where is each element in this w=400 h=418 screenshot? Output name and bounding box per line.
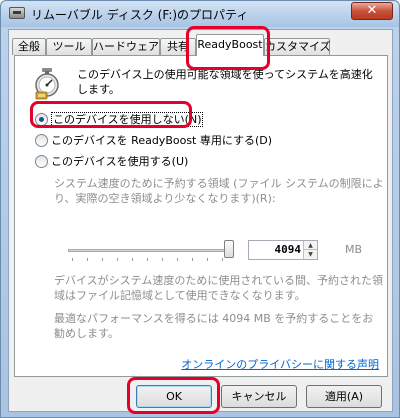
tab-strip: 全般 ツール ハードウェア 共有 ReadyBoost カスタマイズ xyxy=(9,34,394,56)
option-dedicate-label[interactable]: このデバイスを ReadyBoost 専用にする(D) xyxy=(51,134,272,147)
option-use-device[interactable]: このデバイスを使用する(U) xyxy=(35,153,188,169)
apply-button[interactable]: 適用(A) xyxy=(306,385,382,408)
option-dedicate-readyboost[interactable]: このデバイスを ReadyBoost 専用にする(D) xyxy=(35,132,272,148)
reserve-size-spinbox[interactable]: 4094 ▲ ▼ xyxy=(248,240,318,260)
spin-up-icon[interactable]: ▲ xyxy=(304,241,317,250)
close-button[interactable]: ✕ xyxy=(351,2,393,20)
tab-readyboost[interactable]: ReadyBoost xyxy=(196,34,264,56)
radio-dedicate-readyboost[interactable] xyxy=(35,133,48,147)
reserve-note: デバイスがシステム速度のために使用されている間、予約された領域はファイル記憶域と… xyxy=(54,274,384,302)
spin-down-icon[interactable]: ▼ xyxy=(304,250,317,259)
tab-sharing[interactable]: 共有 xyxy=(160,38,196,55)
tab-tools[interactable]: ツール xyxy=(46,38,92,55)
readyboost-description: このデバイス上の使用可能な領域を使ってシステムを高速化します。 xyxy=(77,68,373,96)
tab-customize[interactable]: カスタマイズ xyxy=(264,38,331,55)
option-do-not-use-label[interactable]: このデバイスを使用しない(N) xyxy=(51,112,204,127)
radio-use-device[interactable] xyxy=(35,154,48,168)
reserve-slider-track[interactable] xyxy=(68,249,228,252)
option-use-device-label[interactable]: このデバイスを使用する(U) xyxy=(51,155,188,168)
spin-buttons: ▲ ▼ xyxy=(303,241,317,259)
option-do-not-use[interactable]: このデバイスを使用しない(N) xyxy=(35,111,204,127)
window-title: リムーバブル ディスク (F:)のプロパティ xyxy=(31,8,249,22)
readyboost-gauge-icon xyxy=(35,68,59,100)
properties-window: リムーバブル ディスク (F:)のプロパティ ✕ 全般 ツール ハードウェア 共… xyxy=(0,0,400,418)
ok-button[interactable]: OK xyxy=(136,385,212,408)
privacy-statement-link[interactable]: オンラインのプライバシーに関する声明 xyxy=(181,356,379,372)
reserve-space-label: システム速度のために予約する領域 (ファイル システムの制限により、実際の空き領… xyxy=(54,177,384,205)
tab-general[interactable]: 全般 xyxy=(12,38,46,55)
tab-hardware[interactable]: ハードウェア xyxy=(92,38,160,55)
title-bar[interactable]: リムーバブル ディスク (F:)のプロパティ ✕ xyxy=(1,1,399,27)
slider-ticks xyxy=(72,258,223,262)
dialog-body: 全般 ツール ハードウェア 共有 ReadyBoost カスタマイズ このデバイ… xyxy=(8,29,393,412)
readyboost-panel: このデバイス上の使用可能な領域を使ってシステムを高速化します。 このデバイスを使… xyxy=(14,55,388,377)
close-icon: ✕ xyxy=(366,3,378,18)
reserve-slider-thumb[interactable] xyxy=(224,240,234,258)
cancel-button[interactable]: キャンセル xyxy=(221,385,297,408)
unit-label: MB xyxy=(345,243,363,256)
reserve-size-value[interactable]: 4094 xyxy=(275,243,302,256)
recommendation-text: 最適なパフォーマンスを得るには 4094 MB を予約することをお勧めします。 xyxy=(54,312,374,340)
radio-do-not-use[interactable] xyxy=(35,112,48,126)
drive-icon xyxy=(9,7,25,19)
